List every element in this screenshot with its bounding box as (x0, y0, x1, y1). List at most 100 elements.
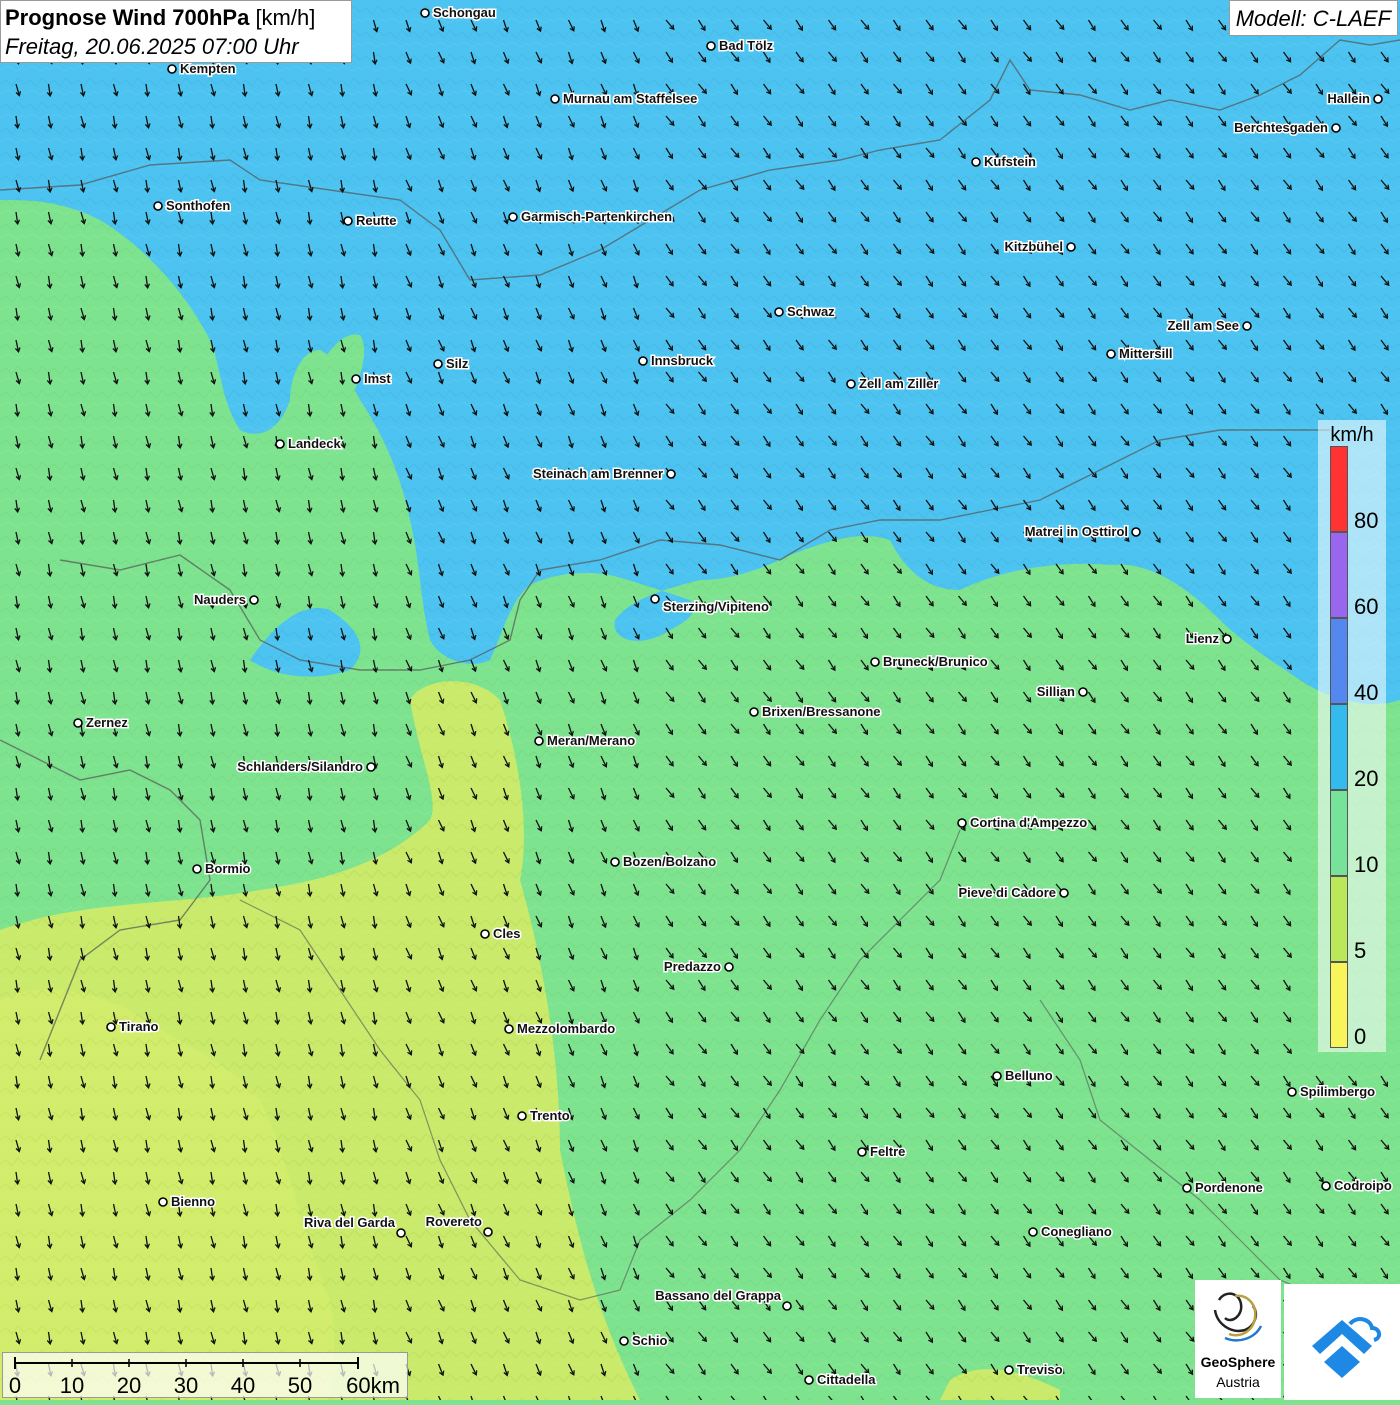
city-marker[interactable]: Berchtesgaden (1233, 119, 1341, 137)
city-dot (870, 657, 880, 667)
scale-label-20: 20 (117, 1373, 141, 1398)
city-marker[interactable]: Cortina d'Ampezzo (957, 814, 1089, 832)
city-marker[interactable]: Mezzolombardo (504, 1020, 617, 1038)
city-dot (1131, 527, 1141, 537)
scale-label-40: 40 (231, 1373, 255, 1398)
forecast-datetime: Freitag, 20.06.2025 07:00 Uhr (5, 34, 299, 59)
city-dot (1078, 687, 1088, 697)
city-label: Bienno (171, 1194, 215, 1209)
city-dot (158, 1197, 168, 1207)
city-dot (192, 864, 202, 874)
city-label: Landeck (288, 436, 342, 451)
city-label: Steinach am Brenner (533, 466, 663, 481)
city-marker[interactable]: Zell am Ziller (846, 375, 940, 393)
city-marker[interactable]: Brixen/Bressanone (749, 703, 882, 721)
city-dot (619, 1336, 629, 1346)
city-label: Hallein (1327, 91, 1370, 106)
city-label: Feltre (870, 1144, 905, 1159)
city-label: Imst (364, 371, 391, 386)
legend-label-10: 10 (1354, 852, 1379, 877)
city-dot (992, 1071, 1002, 1081)
city-label: Schlanders/Silandro (237, 759, 363, 774)
city-label: Schio (632, 1333, 667, 1348)
city-dot (480, 929, 490, 939)
city-marker[interactable]: Sonthofen (153, 197, 232, 215)
city-marker[interactable]: Murnau am Staffelsee (550, 90, 699, 108)
city-label: Sterzing/Vipiteno (663, 599, 769, 614)
legend-label-5: 5 (1354, 938, 1367, 963)
city-dot (420, 8, 430, 18)
city-dot (534, 736, 544, 746)
city-label: Pieve di Cadore (958, 885, 1056, 900)
city-label: Lienz (1186, 631, 1220, 646)
city-marker[interactable]: Pordenone (1182, 1179, 1264, 1197)
city-dot (1242, 321, 1252, 331)
city-label: Mezzolombardo (517, 1021, 615, 1036)
legend-label-0: 0 (1354, 1024, 1367, 1049)
cloud-mountain-icon (1312, 1317, 1381, 1378)
legend-band-20-40 (1330, 704, 1348, 790)
scale-label-0: 0 (9, 1373, 21, 1398)
city-dot (483, 1227, 493, 1237)
city-label: Kitzbühel (1005, 239, 1064, 254)
city-marker[interactable]: Steinach am Brenner (531, 465, 676, 483)
city-label: Cittadella (817, 1372, 876, 1387)
city-dot (106, 1022, 116, 1032)
city-dot (73, 718, 83, 728)
title-box: Prognose Wind 700hPa [km/h] Freitag, 20.… (0, 0, 352, 63)
city-marker[interactable]: Conegliano (1028, 1223, 1113, 1241)
city-label: Innsbruck (651, 353, 714, 368)
city-dot (782, 1301, 792, 1311)
city-marker[interactable]: Schlanders/Silandro (236, 758, 376, 776)
city-dot (1287, 1087, 1297, 1097)
city-label: Conegliano (1041, 1224, 1112, 1239)
color-legend: km/h 80 60 40 20 10 5 0 (1318, 420, 1386, 1052)
city-dot (1059, 888, 1069, 898)
weather-app-logo[interactable] (1284, 1284, 1400, 1400)
city-marker[interactable]: Spilimbergo (1287, 1083, 1377, 1101)
city-label: Meran/Merano (547, 733, 635, 748)
city-marker[interactable]: Meran/Merano (534, 732, 637, 750)
city-dot (1106, 349, 1116, 359)
city-label: Bad Tölz (719, 38, 774, 53)
city-dot (1182, 1183, 1192, 1193)
city-marker[interactable]: Bruneck/Brunico (870, 653, 989, 671)
city-dot (1373, 94, 1383, 104)
geosphere-logo-line1: GeoSphere (1200, 1354, 1276, 1370)
city-label: Tirano (119, 1019, 159, 1034)
city-dot (610, 857, 620, 867)
city-label: Sillian (1037, 684, 1075, 699)
city-label: Trento (530, 1108, 570, 1123)
city-dot (846, 379, 856, 389)
city-dot (351, 374, 361, 384)
city-marker[interactable]: Innsbruck (638, 352, 715, 370)
city-marker[interactable]: Schongau (420, 4, 497, 22)
city-label: Predazzo (664, 959, 721, 974)
city-label: Bozen/Bolzano (623, 854, 716, 869)
city-marker[interactable]: Garmisch-Partenkirchen (508, 208, 674, 226)
city-dot (638, 356, 648, 366)
city-label: Murnau am Staffelsee (563, 91, 697, 106)
city-marker[interactable]: Zell am See (1166, 317, 1252, 335)
city-marker[interactable]: Bozen/Bolzano (610, 853, 718, 871)
city-dot (749, 707, 759, 717)
wind-map[interactable]: Schongau Bad Tölz Kempten Murnau am Staffel… (0, 0, 1400, 1400)
city-dot (550, 94, 560, 104)
city-dot (1321, 1181, 1331, 1191)
city-dot (957, 818, 967, 828)
geosphere-logo[interactable]: GeoSphere Austria (1195, 1280, 1281, 1398)
legend-band-10-20 (1330, 790, 1348, 876)
city-marker[interactable]: Matrei in Osttirol (1023, 523, 1141, 541)
title-line: Prognose Wind 700hPa [km/h] (5, 3, 347, 33)
city-label: Cles (493, 926, 520, 941)
city-dot (275, 439, 285, 449)
city-dot (1222, 634, 1232, 644)
city-label: Matrei in Osttirol (1025, 524, 1128, 539)
city-label: Zell am See (1167, 318, 1239, 333)
city-label: Codroipo (1334, 1178, 1392, 1193)
legend-label-40: 40 (1354, 680, 1379, 705)
legend-band-5-10 (1330, 876, 1348, 962)
city-dot (517, 1111, 527, 1121)
city-dot (504, 1024, 514, 1034)
city-marker[interactable]: Pieve di Cadore (957, 884, 1069, 902)
